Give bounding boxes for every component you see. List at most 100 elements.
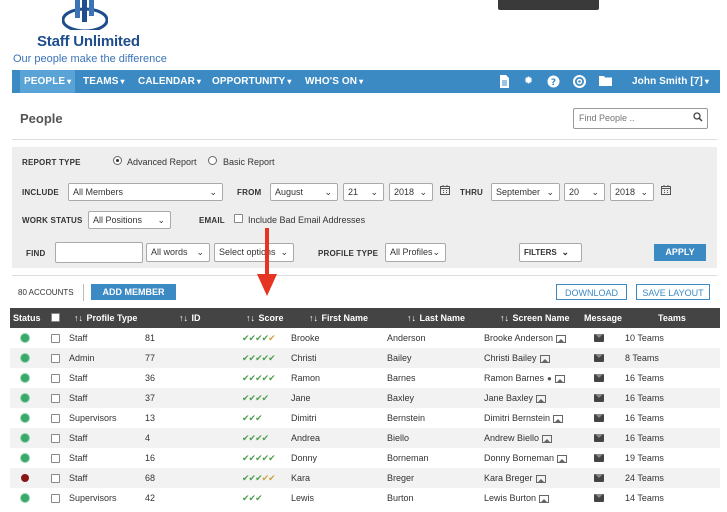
message-envelope-icon[interactable] [594, 334, 604, 342]
table-row[interactable]: Supervisors 13 ✔✔✔ Dimitri Bernstein Dimitri … [10, 408, 720, 428]
download-button[interactable]: DOWNLOAD [556, 284, 627, 300]
filters-button[interactable]: FILTERS ⌄ [519, 243, 582, 262]
message-envelope-icon[interactable] [594, 394, 604, 402]
teams-cell[interactable]: 16 Teams [625, 368, 664, 388]
image-icon[interactable] [553, 414, 564, 423]
user-menu[interactable]: John Smith [7] ▾ [632, 70, 709, 93]
include-select[interactable]: All Members ⌄ [68, 183, 223, 201]
from-month-select[interactable]: August ⌄ [270, 183, 338, 201]
table-row[interactable]: Staff 36 ✔✔✔✔✔ Ramon Barnes Ramon Barnes ● 16 T… [10, 368, 720, 388]
row-checkbox[interactable] [51, 474, 60, 483]
work-status-select[interactable]: All Positions ⌄ [88, 211, 171, 229]
nav-whos-on[interactable]: WHO'S ON ▾ [305, 70, 363, 93]
table-row[interactable]: Staff 4 ✔✔✔✔ Andrea Biello Andrew Biello 16 Te… [10, 428, 720, 448]
nav-people[interactable]: PEOPLE ▾ [20, 70, 76, 93]
table-row[interactable]: Staff 81 ✔✔✔✔✔ Brooke Anderson Brooke Anderso… [10, 328, 720, 348]
table-row[interactable]: Staff 37 ✔✔✔✔ Jane Baxley Jane Baxley 16 Teams [10, 388, 720, 408]
nav-calendar[interactable]: CALENDAR ▾ [138, 70, 201, 93]
select-all-checkbox[interactable] [51, 313, 60, 322]
row-checkbox[interactable] [51, 394, 60, 403]
col-id[interactable]: ↑↓ ID [179, 308, 201, 328]
message-envelope-icon[interactable] [594, 434, 604, 442]
search-icon[interactable] [693, 112, 703, 125]
row-checkbox[interactable] [51, 434, 60, 443]
row-checkbox[interactable] [51, 334, 60, 343]
calendar-icon[interactable] [661, 185, 671, 198]
col-teams[interactable]: Teams [658, 308, 686, 328]
save-layout-button[interactable]: SAVE LAYOUT [636, 284, 710, 300]
bad-email-checkbox[interactable] [234, 214, 243, 223]
screen-name-cell[interactable]: Ramon Barnes ● [484, 368, 565, 388]
screen-name-cell[interactable]: Andrew Biello [484, 428, 553, 448]
row-checkbox[interactable] [51, 414, 60, 423]
teams-cell[interactable]: 8 Teams [625, 348, 659, 368]
message-envelope-icon[interactable] [594, 414, 604, 422]
basic-report-radio[interactable] [208, 156, 217, 165]
options-select[interactable]: Select options ⌄ [214, 243, 294, 262]
apply-button[interactable]: APPLY [654, 244, 706, 261]
screen-name-cell[interactable]: Brooke Anderson [484, 328, 567, 348]
screen-name-cell[interactable]: Kara Breger [484, 468, 546, 488]
teams-cell[interactable]: 10 Teams [625, 328, 664, 348]
screen-name-cell[interactable]: Donny Borneman [484, 448, 568, 468]
teams-cell[interactable]: 16 Teams [625, 428, 664, 448]
from-year-select[interactable]: 2018 ⌄ [389, 183, 433, 201]
advanced-report-radio[interactable] [113, 156, 122, 165]
find-people-input[interactable] [574, 109, 694, 126]
document-icon[interactable] [498, 75, 511, 88]
image-icon[interactable] [539, 354, 550, 363]
image-icon[interactable] [554, 374, 565, 383]
col-score[interactable]: ↑↓ Score [246, 308, 284, 328]
calendar-icon[interactable] [440, 185, 450, 198]
add-member-button[interactable]: ADD MEMBER [91, 284, 176, 300]
nav-teams[interactable]: TEAMS ▾ [83, 70, 125, 93]
message-envelope-icon[interactable] [594, 374, 604, 382]
table-row[interactable]: Staff 68 ✔✔✔✔✔ Kara Breger Kara Breger 24 Team… [10, 468, 720, 488]
table-row[interactable]: Admin 77 ✔✔✔✔✔ Christi Bailey Christi Bailey 8… [10, 348, 720, 368]
table-row[interactable]: Supervisors 42 ✔✔✔ Lewis Burton Lewis Burton 1… [10, 488, 720, 508]
top-bar-button[interactable] [498, 0, 599, 10]
screen-name-cell[interactable]: Jane Baxley [484, 388, 547, 408]
gear-icon[interactable]: ✹ [522, 75, 535, 88]
col-screen-name[interactable]: ↑↓ Screen Name [500, 308, 570, 328]
teams-cell[interactable]: 16 Teams [625, 408, 664, 428]
col-first-name[interactable]: ↑↓ First Name [309, 308, 368, 328]
teams-cell[interactable]: 19 Teams [625, 448, 664, 468]
image-icon[interactable] [542, 434, 553, 443]
thru-year-select[interactable]: 2018 ⌄ [610, 183, 654, 201]
row-checkbox[interactable] [51, 354, 60, 363]
image-icon[interactable] [535, 474, 546, 483]
thru-month-select[interactable]: September ⌄ [491, 183, 560, 201]
profile-type-select[interactable]: All Profiles ⌄ [385, 243, 446, 262]
thru-day-select[interactable]: 20 ⌄ [564, 183, 605, 201]
teams-cell[interactable]: 16 Teams [625, 388, 664, 408]
support-icon[interactable] [573, 75, 586, 88]
image-icon[interactable] [556, 334, 567, 343]
image-icon[interactable] [539, 494, 550, 503]
image-icon[interactable] [536, 394, 547, 403]
row-checkbox[interactable] [51, 374, 60, 383]
nav-opportunity[interactable]: OPPORTUNITY ▾ [212, 70, 291, 93]
col-profile-type[interactable]: ↑↓ Profile Type [74, 308, 137, 328]
folder-icon[interactable] [599, 75, 612, 88]
message-envelope-icon[interactable] [594, 354, 604, 362]
words-select[interactable]: All words ⌄ [146, 243, 210, 262]
teams-cell[interactable]: 24 Teams [625, 468, 664, 488]
col-message[interactable]: Message [584, 308, 622, 328]
screen-name-cell[interactable]: Lewis Burton [484, 488, 550, 508]
teams-cell[interactable]: 14 Teams [625, 488, 664, 508]
table-row[interactable]: Staff 16 ✔✔✔✔✔ Donny Borneman Donny Borneman 1… [10, 448, 720, 468]
row-checkbox[interactable] [51, 454, 60, 463]
col-last-name[interactable]: ↑↓ Last Name [407, 308, 465, 328]
from-day-select[interactable]: 21 ⌄ [343, 183, 384, 201]
screen-name-cell[interactable]: Christi Bailey [484, 348, 550, 368]
col-status[interactable]: Status [13, 308, 41, 328]
row-checkbox[interactable] [51, 494, 60, 503]
message-envelope-icon[interactable] [594, 454, 604, 462]
screen-name-cell[interactable]: Dimitri Bernstein [484, 408, 564, 428]
message-envelope-icon[interactable] [594, 494, 604, 502]
message-envelope-icon[interactable] [594, 474, 604, 482]
image-icon[interactable] [557, 454, 568, 463]
help-icon[interactable]: ? [547, 75, 560, 88]
find-input[interactable] [55, 242, 143, 263]
